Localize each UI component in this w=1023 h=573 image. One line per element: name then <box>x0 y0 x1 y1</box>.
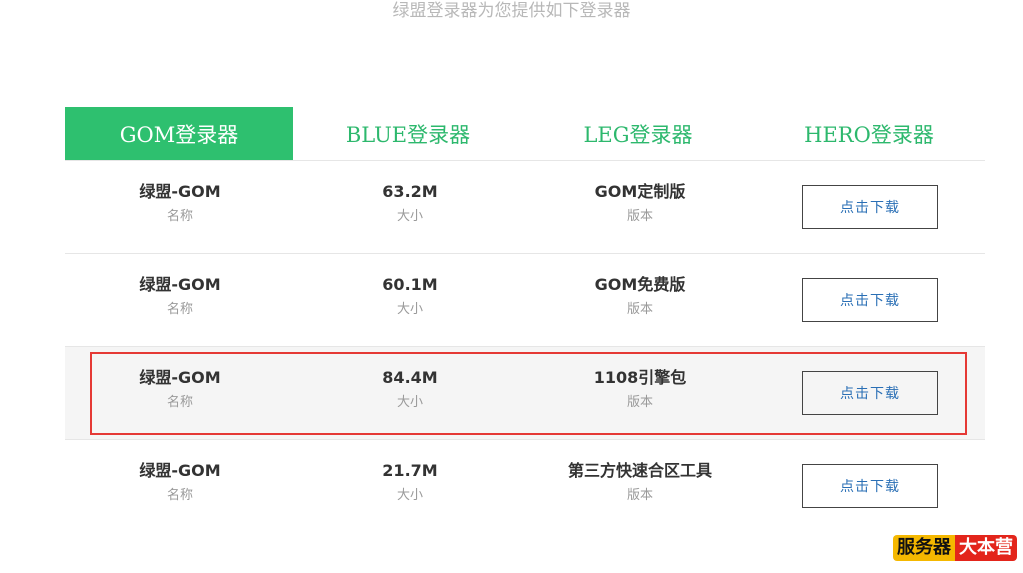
table-row-highlighted: 绿盟-GOM 名称 84.4M 大小 1108引擎包 版本 点击下载 <box>65 347 985 440</box>
version-label: 版本 <box>626 395 653 410</box>
action-cell: 点击下载 <box>755 254 985 346</box>
table-row: 绿盟-GOM 名称 21.7M 大小 第三方快速合区工具 版本 点击下载 <box>65 440 985 532</box>
action-cell: 点击下载 <box>755 440 985 532</box>
version-cell: GOM定制版 版本 <box>525 161 755 253</box>
size-cell: 63.2M 大小 <box>295 161 525 253</box>
launcher-tabs: GOM登录器 BLUE登录器 LEG登录器 HERO登录器 <box>65 107 985 161</box>
name-cell: 绿盟-GOM 名称 <box>65 161 295 253</box>
size-label: 大小 <box>396 395 423 410</box>
table-row: 绿盟-GOM 名称 63.2M 大小 GOM定制版 版本 点击下载 <box>65 161 985 254</box>
download-button[interactable]: 点击下载 <box>802 371 938 415</box>
size-value: 84.4M <box>382 368 438 387</box>
download-button[interactable]: 点击下载 <box>802 185 938 229</box>
name-value: 绿盟-GOM <box>139 461 221 480</box>
name-label: 名称 <box>166 302 193 317</box>
action-cell: 点击下载 <box>755 347 985 439</box>
size-value: 63.2M <box>382 182 438 201</box>
name-label: 名称 <box>166 209 193 224</box>
tab-blue[interactable]: BLUE登录器 <box>293 107 523 160</box>
tab-leg[interactable]: LEG登录器 <box>523 107 753 160</box>
version-label: 版本 <box>626 302 653 317</box>
download-button[interactable]: 点击下载 <box>802 278 938 322</box>
version-value: GOM免费版 <box>594 275 686 294</box>
version-label: 版本 <box>626 209 653 224</box>
download-button[interactable]: 点击下载 <box>802 464 938 508</box>
size-cell: 60.1M 大小 <box>295 254 525 346</box>
name-value: 绿盟-GOM <box>139 368 221 387</box>
name-value: 绿盟-GOM <box>139 182 221 201</box>
version-label: 版本 <box>626 488 653 503</box>
size-cell: 21.7M 大小 <box>295 440 525 532</box>
version-value: 第三方快速合区工具 <box>567 461 712 480</box>
size-value: 60.1M <box>382 275 438 294</box>
name-label: 名称 <box>166 488 193 503</box>
tab-gom[interactable]: GOM登录器 <box>65 107 293 160</box>
name-value: 绿盟-GOM <box>139 275 221 294</box>
download-list: 绿盟-GOM 名称 63.2M 大小 GOM定制版 版本 点击下载 绿盟-GOM… <box>65 161 985 532</box>
action-cell: 点击下载 <box>755 161 985 253</box>
version-cell: 1108引擎包 版本 <box>525 347 755 439</box>
size-cell: 84.4M 大小 <box>295 347 525 439</box>
version-cell: 第三方快速合区工具 版本 <box>525 440 755 532</box>
size-label: 大小 <box>396 209 423 224</box>
version-value: GOM定制版 <box>594 182 686 201</box>
watermark-part-2: 大本营 <box>955 535 1017 561</box>
name-cell: 绿盟-GOM 名称 <box>65 347 295 439</box>
name-cell: 绿盟-GOM 名称 <box>65 440 295 532</box>
name-cell: 绿盟-GOM 名称 <box>65 254 295 346</box>
page-subtitle: 绿盟登录器为您提供如下登录器 <box>392 1 631 21</box>
name-label: 名称 <box>166 395 193 410</box>
table-row: 绿盟-GOM 名称 60.1M 大小 GOM免费版 版本 点击下载 <box>65 254 985 347</box>
watermark-logo: 服务器 大本营 <box>893 535 1017 561</box>
watermark-part-1: 服务器 <box>893 535 955 561</box>
version-cell: GOM免费版 版本 <box>525 254 755 346</box>
version-value: 1108引擎包 <box>593 368 687 387</box>
size-value: 21.7M <box>382 461 438 480</box>
size-label: 大小 <box>396 302 423 317</box>
size-label: 大小 <box>396 488 423 503</box>
tab-hero[interactable]: HERO登录器 <box>753 107 985 160</box>
